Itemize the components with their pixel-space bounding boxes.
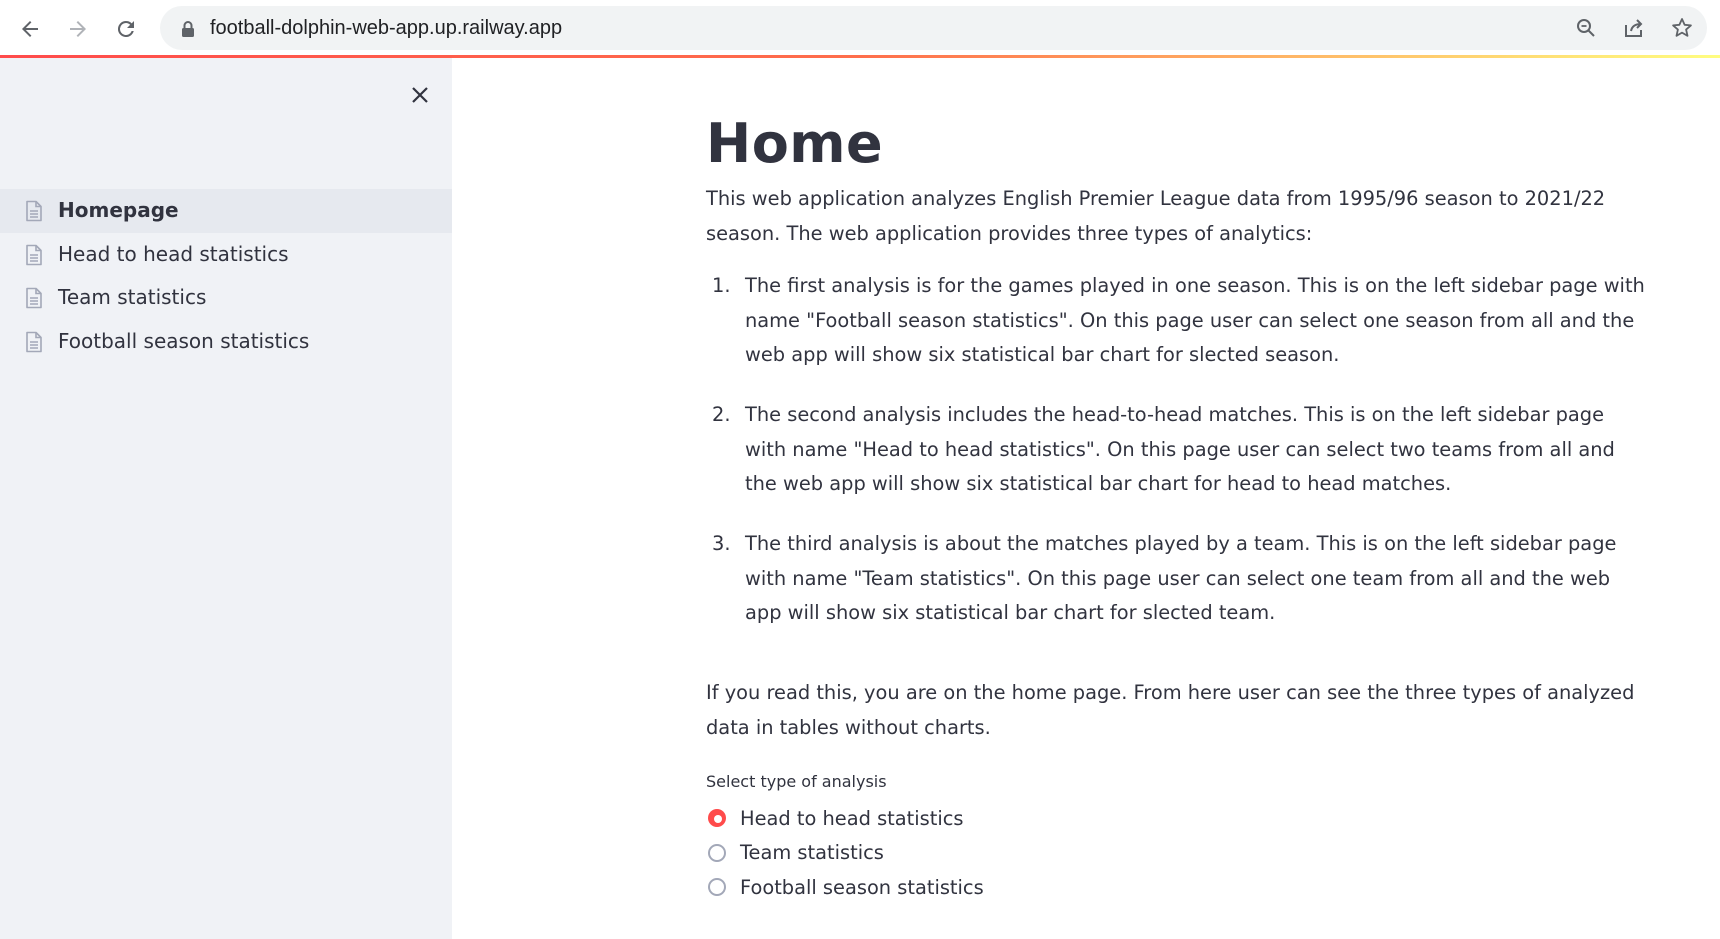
browser-toolbar: football-dolphin-web-app.up.railway.app	[0, 0, 1720, 56]
document-icon	[26, 244, 42, 265]
arrow-right-icon	[70, 21, 86, 37]
sidebar-item-head-to-head[interactable]: Head to head statistics	[0, 233, 452, 277]
radio-button[interactable]	[708, 843, 726, 862]
radio-option-label[interactable]: Football season statistics	[740, 876, 984, 899]
radio-button[interactable]	[708, 878, 726, 897]
list-text: The first analysis is for the games play…	[745, 274, 1645, 366]
lock-icon[interactable]	[180, 20, 196, 38]
sidebar-item-team-statistics[interactable]: Team statistics	[0, 276, 452, 320]
outro-paragraph: If you read this, you are on the home pa…	[706, 681, 1635, 739]
analysis-type-radio-group: Head to head statistics Team statistics …	[708, 801, 984, 905]
sidebar-nav: Homepage Head to head statistics Team st…	[0, 189, 452, 363]
document-icon	[26, 331, 42, 352]
radio-option-label[interactable]: Team statistics	[740, 841, 884, 864]
radio-button-checked[interactable]	[708, 809, 726, 828]
arrow-left-icon	[22, 21, 38, 37]
address-bar[interactable]: football-dolphin-web-app.up.railway.app	[160, 6, 1707, 50]
radio-option-team-statistics[interactable]: Team statistics	[708, 836, 984, 871]
sidebar-item-label: Head to head statistics	[58, 241, 289, 266]
sidebar-close-button[interactable]	[403, 78, 437, 112]
document-icon	[26, 200, 42, 222]
star-icon	[1672, 18, 1692, 37]
url-text[interactable]: football-dolphin-web-app.up.railway.app	[210, 6, 562, 50]
reload-icon	[117, 20, 134, 37]
radio-group-label: Select type of analysis	[706, 772, 887, 791]
sidebar-item-homepage[interactable]: Homepage	[0, 189, 452, 233]
forward-button[interactable]	[62, 13, 94, 45]
sidebar-item-football-season[interactable]: Football season statistics	[0, 320, 452, 364]
back-button[interactable]	[14, 13, 46, 45]
share-button[interactable]	[1620, 14, 1648, 42]
sidebar-item-label: Football season statistics	[58, 328, 310, 353]
list-number: 2.	[712, 403, 731, 426]
sidebar: Homepage Head to head statistics Team st…	[0, 58, 452, 939]
sidebar-item-label: Team statistics	[58, 285, 207, 309]
page-title: Home	[706, 112, 884, 175]
main-content: Home This web application analyzes Engli…	[452, 58, 1720, 939]
list-text: The second analysis includes the head-to…	[745, 403, 1615, 495]
intro-paragraph: This web application analyzes English Pr…	[706, 187, 1606, 245]
reload-button[interactable]	[110, 13, 142, 45]
close-icon	[412, 87, 428, 103]
list-number: 1.	[712, 274, 731, 297]
list-number: 3.	[712, 532, 731, 555]
sidebar-item-label: Homepage	[58, 198, 179, 222]
bookmark-button[interactable]	[1668, 14, 1696, 42]
radio-option-label[interactable]: Head to head statistics	[740, 807, 964, 830]
share-icon	[1625, 19, 1643, 37]
radio-option-football-season[interactable]: Football season statistics	[708, 870, 984, 905]
radio-option-head-to-head[interactable]: Head to head statistics	[708, 801, 984, 836]
document-icon	[26, 287, 42, 309]
list-text: The third analysis is about the matches …	[745, 532, 1617, 624]
zoom-button[interactable]	[1572, 14, 1600, 42]
zoom-icon	[1577, 19, 1595, 37]
